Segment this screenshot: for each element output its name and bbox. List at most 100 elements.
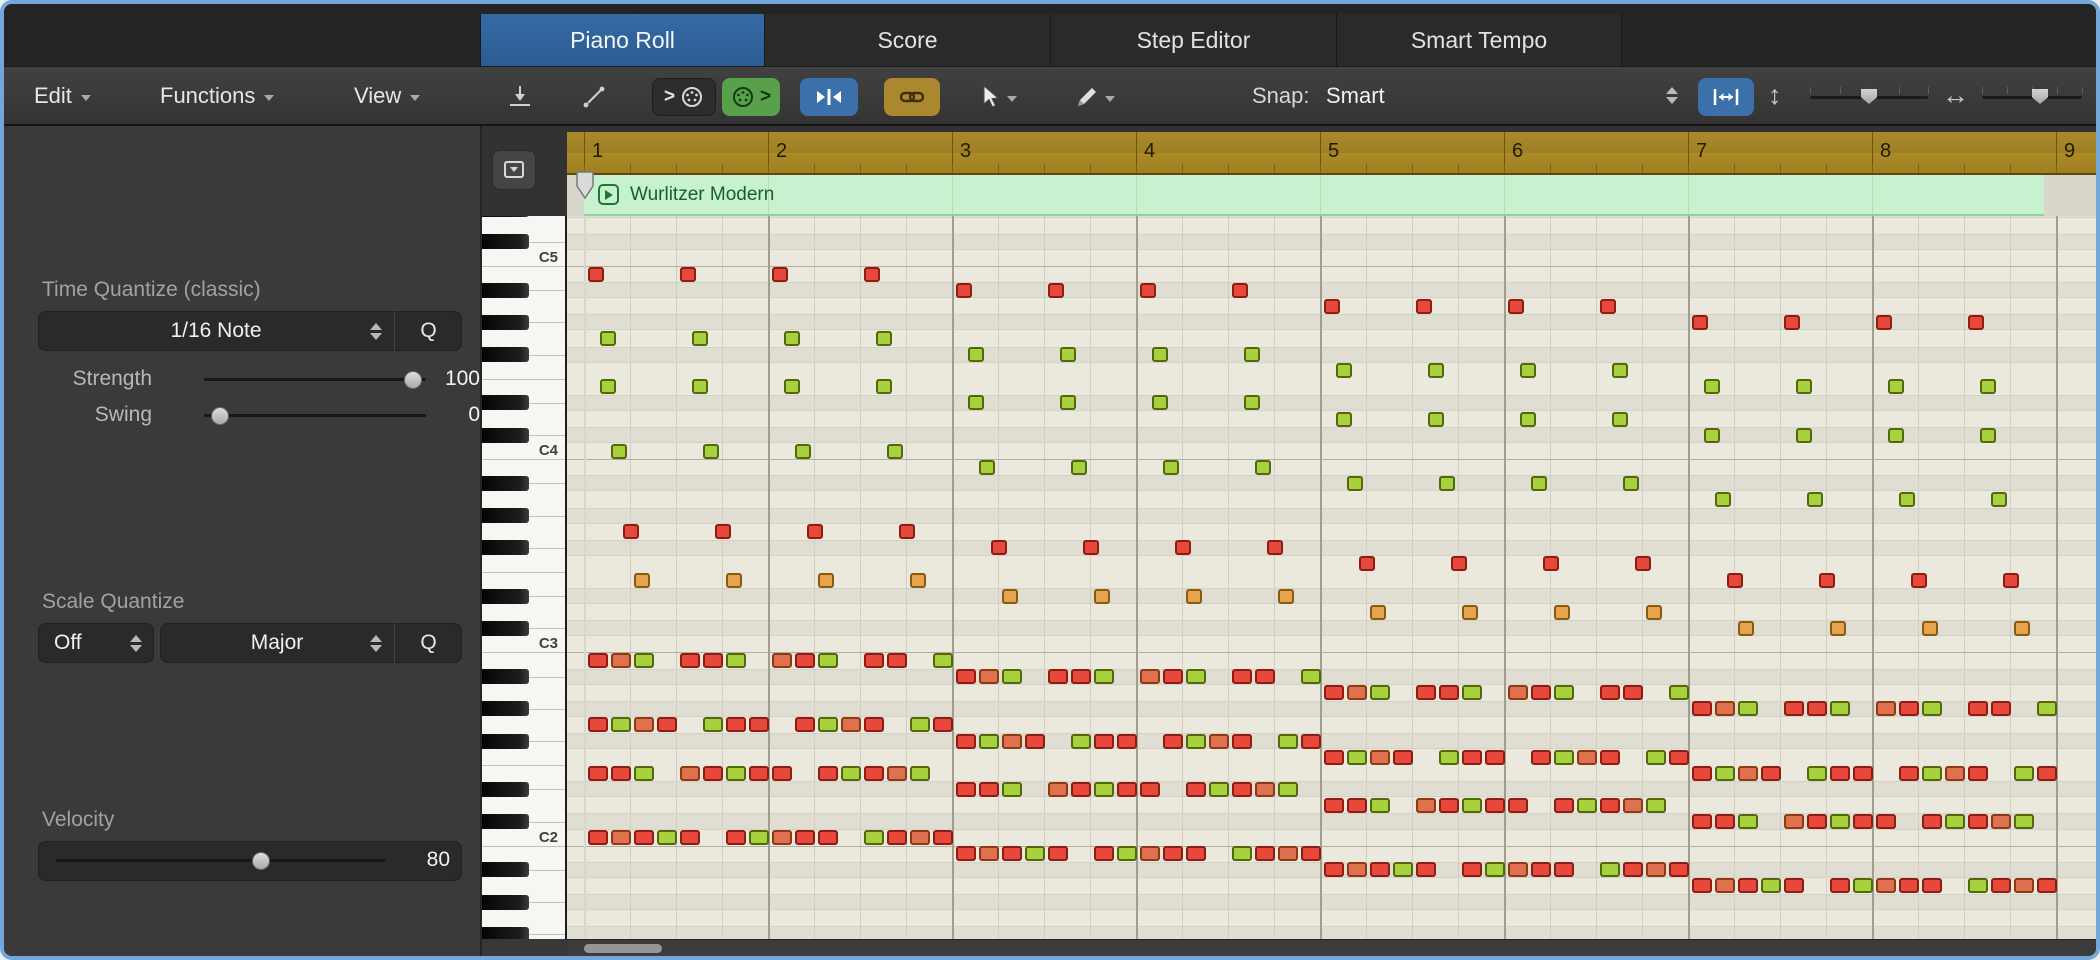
zoom-fit-button[interactable] (1698, 78, 1754, 116)
midi-note[interactable] (1186, 781, 1206, 797)
midi-note[interactable] (1726, 572, 1743, 588)
midi-note[interactable] (1876, 878, 1896, 894)
midi-note[interactable] (2014, 878, 2034, 894)
midi-note[interactable] (933, 830, 953, 846)
horizontal-scrollbar[interactable] (567, 939, 2096, 956)
midi-note[interactable] (1830, 701, 1850, 717)
playhead[interactable] (584, 216, 586, 939)
piano-key-black[interactable] (482, 620, 529, 636)
horizontal-scrollbar-handle[interactable] (584, 944, 662, 953)
midi-note[interactable] (1462, 685, 1482, 701)
midi-note[interactable] (1784, 701, 1804, 717)
midi-note[interactable] (1301, 733, 1321, 749)
midi-note[interactable] (1358, 556, 1375, 572)
midi-note[interactable] (1266, 540, 1283, 556)
midi-note[interactable] (1968, 878, 1988, 894)
midi-note[interactable] (1151, 395, 1168, 411)
midi-note[interactable] (1002, 588, 1018, 604)
midi-note[interactable] (887, 765, 907, 781)
midi-note[interactable] (1531, 749, 1551, 765)
midi-note[interactable] (1439, 797, 1459, 813)
midi-note[interactable] (634, 765, 654, 781)
midi-note[interactable] (1887, 427, 1904, 443)
midi-note[interactable] (1163, 846, 1183, 862)
midi-note[interactable] (772, 266, 788, 282)
midi-note[interactable] (818, 765, 838, 781)
midi-note[interactable] (1623, 475, 1639, 491)
midi-note[interactable] (1899, 765, 1919, 781)
midi-note[interactable] (599, 331, 616, 346)
midi-note[interactable] (749, 765, 769, 781)
piano-key-black[interactable] (482, 427, 529, 443)
midi-note[interactable] (1071, 669, 1091, 685)
midi-note[interactable] (1243, 347, 1260, 363)
horizontal-zoom-knob[interactable] (2032, 89, 2048, 104)
midi-note[interactable] (2014, 620, 2030, 636)
midi-note[interactable] (1807, 492, 1823, 507)
midi-note[interactable] (1347, 749, 1367, 765)
midi-note[interactable] (1738, 620, 1754, 636)
piano-key-black[interactable] (482, 216, 529, 218)
midi-note[interactable] (1715, 765, 1735, 781)
piano-key-black[interactable] (482, 540, 529, 556)
midi-note[interactable] (1301, 846, 1321, 862)
midi-note[interactable] (772, 653, 792, 668)
midi-note[interactable] (611, 653, 631, 668)
midi-note[interactable] (979, 669, 999, 685)
midi-note[interactable] (864, 717, 884, 733)
midi-note[interactable] (1519, 363, 1536, 379)
midi-note[interactable] (657, 830, 677, 846)
midi-note[interactable] (1784, 878, 1804, 894)
midi-note[interactable] (818, 830, 838, 846)
piano-key-black[interactable] (482, 814, 529, 829)
midi-note[interactable] (611, 717, 631, 733)
midi-note[interactable] (726, 830, 746, 846)
piano-key-black[interactable] (482, 588, 529, 604)
midi-note[interactable] (818, 653, 838, 668)
midi-note[interactable] (1094, 846, 1114, 862)
midi-note[interactable] (2037, 765, 2057, 781)
midi-note[interactable] (864, 830, 884, 846)
midi-note[interactable] (2014, 814, 2034, 829)
midi-note[interactable] (634, 717, 654, 733)
piano-key-black[interactable] (482, 701, 529, 717)
midi-note[interactable] (1324, 862, 1344, 878)
midi-note[interactable] (1002, 846, 1022, 862)
midi-note[interactable] (910, 572, 926, 588)
midi-note[interactable] (1416, 685, 1436, 701)
midi-note[interactable] (1439, 749, 1459, 765)
midi-note[interactable] (1784, 814, 1804, 829)
snap-mode-dropdown[interactable]: Smart (1326, 67, 1678, 124)
velocity-slider[interactable] (56, 851, 386, 870)
midi-note[interactable] (956, 846, 976, 862)
piano-key-black[interactable] (482, 669, 529, 685)
midi-note[interactable] (910, 717, 930, 733)
midi-note[interactable] (887, 830, 907, 846)
midi-note[interactable] (1048, 781, 1068, 797)
scale-quantize-mode-dropdown[interactable]: Off (38, 623, 154, 663)
piano-key-black[interactable] (482, 282, 529, 298)
midi-note[interactable] (703, 443, 719, 459)
midi-note[interactable] (680, 266, 696, 282)
midi-note[interactable] (1347, 475, 1363, 491)
functions-menu[interactable]: Functions (160, 67, 275, 124)
midi-note[interactable] (1186, 733, 1206, 749)
midi-note[interactable] (795, 830, 815, 846)
midi-note[interactable] (726, 572, 742, 588)
midi-note[interactable] (1531, 862, 1551, 878)
midi-note[interactable] (1703, 379, 1720, 395)
midi-note[interactable] (1427, 363, 1444, 379)
midi-note[interactable] (795, 717, 815, 733)
midi-note[interactable] (749, 717, 769, 733)
midi-note[interactable] (1991, 814, 2011, 829)
midi-note[interactable] (1554, 685, 1574, 701)
midi-note[interactable] (1922, 620, 1938, 636)
midi-note[interactable] (1692, 314, 1708, 330)
midi-note[interactable] (1968, 765, 1988, 781)
midi-note[interactable] (1071, 459, 1087, 475)
midi-note[interactable] (1623, 797, 1643, 813)
midi-note[interactable] (1255, 669, 1275, 685)
midi-note[interactable] (749, 830, 769, 846)
piano-key-black[interactable] (482, 862, 529, 878)
midi-note[interactable] (1117, 733, 1137, 749)
